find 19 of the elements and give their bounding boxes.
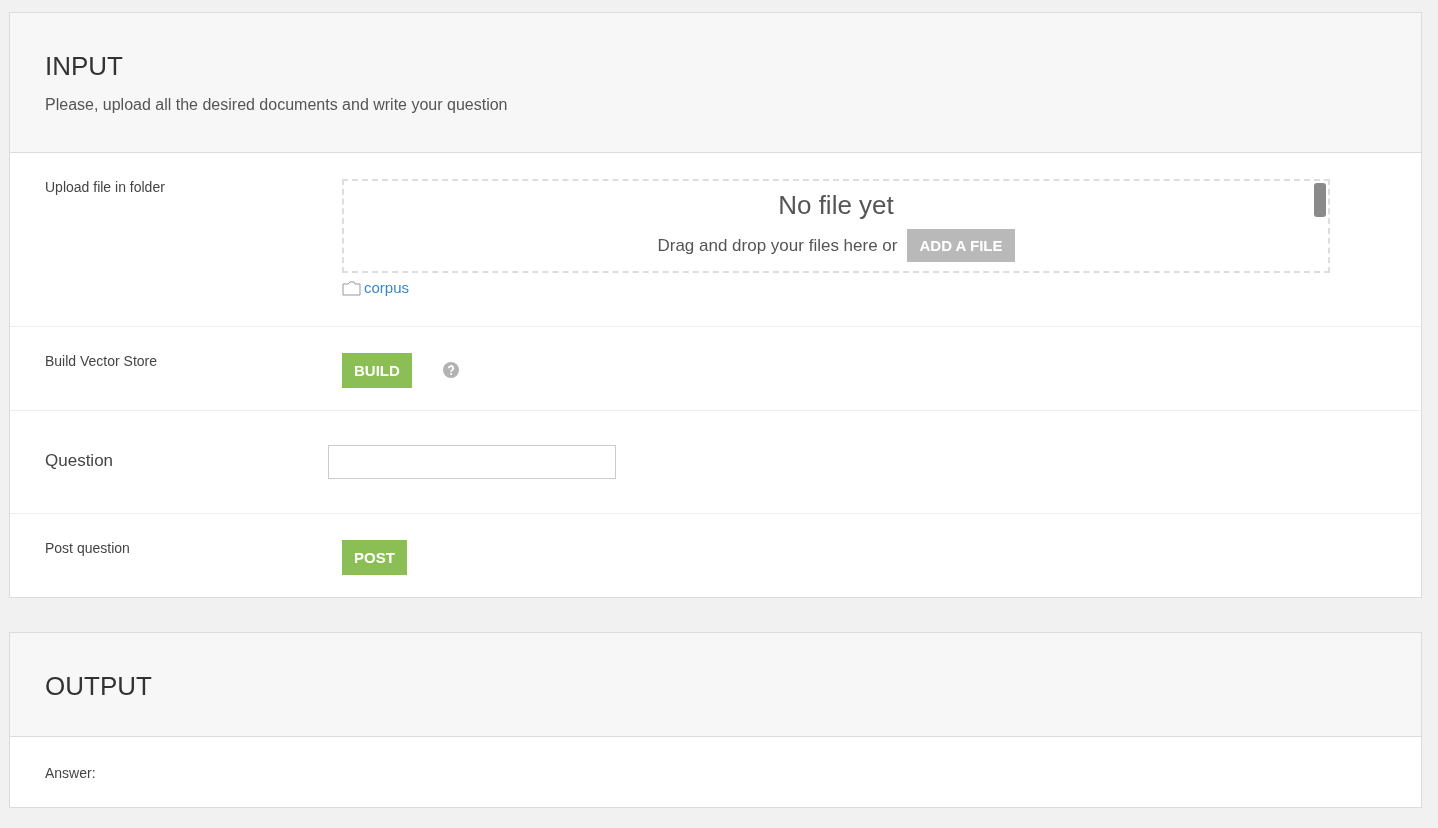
- section-subtitle: Please, upload all the desired documents and write your question: [45, 96, 509, 114]
- section-title: OUTPUT: [45, 670, 153, 702]
- section-title: INPUT: [45, 51, 124, 82]
- action-button[interactable]: POST: [342, 539, 407, 575]
- action-button[interactable]: BUILD: [342, 352, 412, 388]
- row-label: Build Vector Store: [45, 352, 158, 369]
- add-file-button[interactable]: ADD A FILE: [907, 229, 1015, 262]
- scrollbar-thumb[interactable]: [1314, 183, 1326, 217]
- row-label: Post question: [45, 539, 130, 556]
- question-input[interactable]: [328, 444, 616, 479]
- folder-link[interactable]: corpus: [342, 279, 410, 296]
- help-icon[interactable]: [442, 362, 459, 378]
- drop-zone[interactable]: No file yet Drag and drop your files here or ADD A FILE: [342, 179, 1330, 273]
- row-label: Answer:: [45, 764, 96, 781]
- row-label: Upload file in folder: [45, 179, 165, 195]
- drop-zone-hint: Drag and drop your files here or: [657, 235, 898, 256]
- row-label: Question: [45, 449, 114, 471]
- drop-zone-title: No file yet: [778, 190, 894, 221]
- folder-icon: [342, 279, 361, 296]
